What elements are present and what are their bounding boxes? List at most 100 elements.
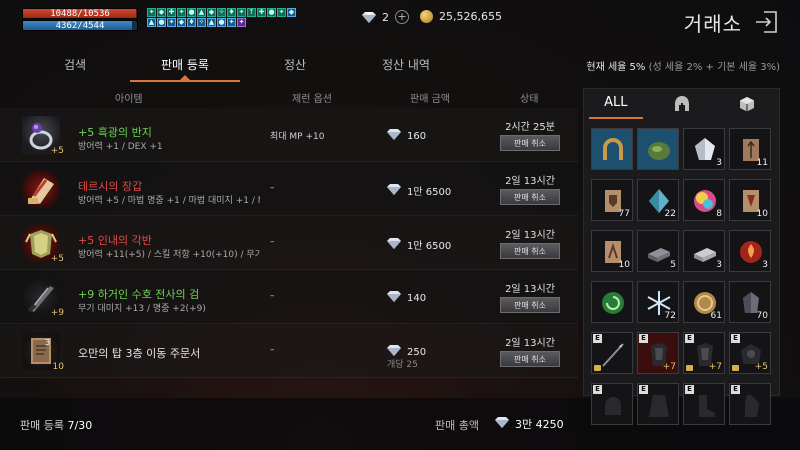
lock-icon <box>686 365 693 371</box>
item-remaining-time: 2일 13시간 <box>505 230 555 241</box>
diamond-icon <box>387 291 401 305</box>
item-remaining-time: 2일 13시간 <box>505 176 555 187</box>
inventory-slot[interactable] <box>591 281 633 323</box>
listing-row[interactable]: 테르시의 장갑방어력 +5 / 마법 명중 +1 / 마법 대미지 +1 / M… <box>0 162 578 216</box>
dark-boots-icon <box>691 391 719 419</box>
item-price: 160 <box>387 129 426 143</box>
buff-icon: ♦ <box>227 8 236 17</box>
green-stone-icon <box>645 136 673 164</box>
cancel-sale-button[interactable]: 판매 취소 <box>500 189 560 205</box>
tab-settlement-history[interactable]: 정산 내역 <box>350 52 462 82</box>
buff-icon: ✦ <box>237 8 246 17</box>
cancel-sale-button[interactable]: 판매 취소 <box>500 351 560 367</box>
adena-coin-icon <box>420 10 433 23</box>
buff-icon: ▲ <box>207 18 216 27</box>
mp-bar: 4362/4544 <box>22 20 138 31</box>
slot-count: 5 <box>670 260 676 270</box>
inventory-slot[interactable]: 3 <box>683 230 725 272</box>
slot-count: 77 <box>618 209 630 219</box>
inventory-slot[interactable]: 11 <box>729 128 771 170</box>
slot-count: 3 <box>716 260 722 270</box>
item-enchant-level: +5 <box>50 254 64 264</box>
inventory-slot[interactable]: E +7 <box>683 332 725 374</box>
inventory-slot[interactable]: 8 <box>683 179 725 221</box>
item-icon: +5 <box>22 116 64 156</box>
slot-count: 61 <box>710 311 722 321</box>
listing-row[interactable]: 3 10 오만의 탑 3층 이동 주문서 – 250 개당 25 2일 13시간 판매 취소 <box>0 324 578 378</box>
dark-helm-icon <box>599 391 627 419</box>
inventory-slot[interactable]: 22 <box>637 179 679 221</box>
diamond-icon <box>362 11 376 23</box>
diamond-icon <box>495 417 509 431</box>
tab-sale-registration[interactable]: 판매 등록 <box>130 52 240 82</box>
inventory-slot[interactable]: 3 <box>729 230 771 272</box>
inventory-tab-etc[interactable] <box>714 88 780 120</box>
inventory-slot[interactable]: 3 <box>683 128 725 170</box>
tab-settlement[interactable]: 정산 <box>240 52 350 82</box>
buff-icon: ✚ <box>257 8 266 17</box>
inventory-slot[interactable]: E +7 <box>637 332 679 374</box>
add-diamond-button[interactable]: + <box>395 10 409 24</box>
green-orb-icon <box>599 289 627 317</box>
buff-icon: ✦ <box>177 8 186 17</box>
buff-icon: ◆ <box>157 8 166 17</box>
inventory-slot[interactable]: 61 <box>683 281 725 323</box>
inventory-slot[interactable]: E +5 <box>729 332 771 374</box>
inventory-tab-all[interactable]: ALL <box>583 88 649 120</box>
dark-glove-icon <box>737 391 765 419</box>
slot-count: 10 <box>756 209 768 219</box>
slot-count: 72 <box>664 311 676 321</box>
inventory-slot[interactable]: E <box>591 332 633 374</box>
registration-count: 판매 등록 7/30 <box>20 417 92 433</box>
inventory-slot[interactable] <box>591 128 633 170</box>
item-stats: 방어력 +5 / 마법 명중 +1 / 마법 대미지 +1 / MP <box>78 196 260 206</box>
inventory-slot[interactable]: 72 <box>637 281 679 323</box>
listing-row[interactable]: +5 +5 흑광의 반지 방어력 +1 / DEX +1 최대 MP +10 160 2시… <box>0 108 578 162</box>
buff-icon: ✦ <box>167 18 176 27</box>
buff-icon: ✚ <box>167 8 176 17</box>
inventory-slot[interactable]: E <box>683 383 725 425</box>
inventory-slot[interactable]: E <box>591 383 633 425</box>
inventory-slot[interactable]: 10 <box>729 179 771 221</box>
buff-icon: ↑ <box>247 8 256 17</box>
item-price-unit: 개당 25 <box>387 360 418 370</box>
slot-count: 22 <box>664 209 676 219</box>
diamond-icon <box>387 129 401 143</box>
registration-value: 7/30 <box>67 419 93 432</box>
equipped-badge: E <box>731 334 740 343</box>
slot-count: +7 <box>662 362 676 372</box>
slot-count: 3 <box>716 158 722 168</box>
inventory-slot[interactable]: E <box>637 383 679 425</box>
item-name: 테르시의 장갑 <box>78 180 143 193</box>
cancel-sale-button[interactable]: 판매 취소 <box>500 243 560 259</box>
listing-row[interactable]: +9 +9 하거인 수호 전사의 검 무기 대미지 +13 / 명중 +2(+9) –… <box>0 270 578 324</box>
item-icon <box>22 170 60 208</box>
item-restriction: 최대 MP +10 <box>270 132 325 142</box>
inventory-slot[interactable]: 5 <box>637 230 679 272</box>
buff-icon: ✦ <box>277 8 286 17</box>
cancel-sale-button[interactable]: 판매 취소 <box>500 135 560 151</box>
lock-icon <box>732 365 739 371</box>
inventory-slot[interactable] <box>637 128 679 170</box>
tax-label: 현재 세율 <box>586 62 627 73</box>
equipped-badge: E <box>593 334 602 343</box>
column-item: 아이템 <box>115 94 143 105</box>
exit-icon[interactable] <box>754 10 778 34</box>
slot-count: 70 <box>756 311 768 321</box>
equipped-badge: E <box>685 334 694 343</box>
listing-row[interactable]: +5 +5 인내의 각반 방어력 +11(+5) / 스킬 저항 +10(+10) … <box>0 216 578 270</box>
cancel-sale-button[interactable]: 판매 취소 <box>500 297 560 313</box>
total-amount: 3만 4250 <box>515 418 564 431</box>
buff-icon: ✧ <box>217 8 226 17</box>
inventory-slot[interactable]: 70 <box>729 281 771 323</box>
tab-search[interactable]: 검색 <box>20 52 130 82</box>
buff-icon: ● <box>157 18 166 27</box>
item-stats: 방어력 +11(+5) / 스킬 저항 +10(+10) / 무기 대 <box>78 250 260 260</box>
item-enchant-level: +5 <box>50 146 64 156</box>
slot-count: +7 <box>708 362 722 372</box>
inventory-slot[interactable]: 10 <box>591 230 633 272</box>
inventory-slot[interactable]: E <box>729 383 771 425</box>
slot-count: 8 <box>716 209 722 219</box>
inventory-tab-armor[interactable] <box>649 88 715 120</box>
inventory-slot[interactable]: 77 <box>591 179 633 221</box>
